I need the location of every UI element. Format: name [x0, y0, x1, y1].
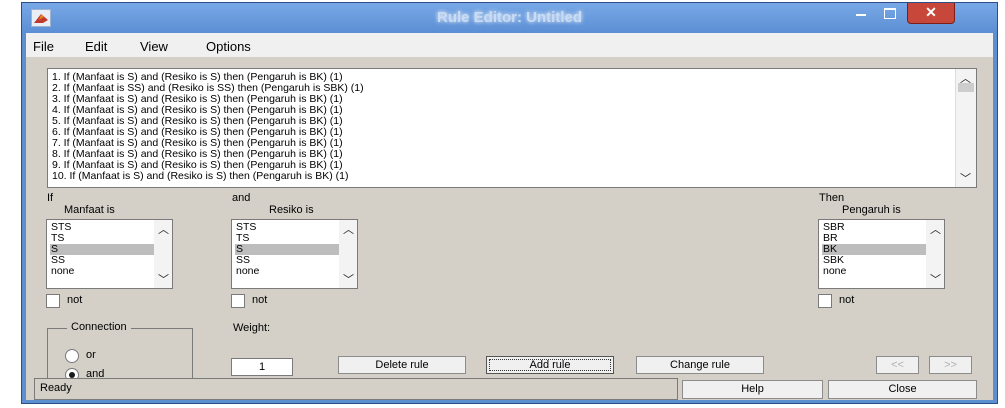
list-item[interactable]: none: [50, 266, 155, 277]
menu-options[interactable]: Options: [206, 39, 251, 54]
and-label: and: [232, 192, 251, 204]
change-rule-button[interactable]: Change rule: [636, 356, 764, 374]
menu-view[interactable]: View: [140, 39, 168, 54]
connection-title: Connection: [67, 321, 131, 333]
title-bar[interactable]: Rule Editor: Untitled ✕: [22, 3, 997, 33]
scroll-up-icon[interactable]: ︿: [158, 221, 169, 237]
resiko-scrollbar[interactable]: ︿ ﹀: [339, 220, 357, 288]
rule-item[interactable]: 10. If (Manfaat is S) and (Resiko is S) …: [52, 170, 348, 182]
close-button[interactable]: Close: [828, 380, 977, 399]
maximize-icon: [884, 8, 896, 19]
add-rule-button[interactable]: Add rule: [486, 356, 614, 374]
then-label: Then: [819, 192, 845, 204]
list-item[interactable]: TS: [50, 233, 155, 244]
rules-scroll-thumb[interactable]: [958, 83, 974, 92]
minimize-icon: [856, 14, 866, 16]
scroll-up-icon[interactable]: ︿: [343, 221, 354, 237]
resiko-not-label: not: [252, 294, 268, 306]
pengaruh-not-checkbox[interactable]: [818, 294, 832, 308]
radio-or-label: or: [86, 349, 96, 361]
pengaruh-not-label: not: [839, 294, 855, 306]
delete-rule-button[interactable]: Delete rule: [338, 356, 466, 374]
menu-edit[interactable]: Edit: [85, 39, 107, 54]
scroll-down-icon[interactable]: ﹀: [960, 170, 971, 186]
list-item[interactable]: STS: [235, 222, 340, 233]
list-item-selected[interactable]: S: [235, 244, 340, 255]
list-item[interactable]: STS: [50, 222, 155, 233]
resiko-label: Resiko is: [269, 204, 314, 216]
manfaat-listbox[interactable]: STS TS S SS none ︿ ﹀: [46, 219, 173, 289]
manfaat-not-label: not: [67, 294, 83, 306]
close-window-button[interactable]: ✕: [907, 3, 955, 24]
list-item[interactable]: TS: [235, 233, 340, 244]
if-label: If: [47, 192, 54, 204]
resiko-listbox[interactable]: STS TS S SS none ︿ ﹀: [231, 219, 358, 289]
scroll-up-icon[interactable]: ︿: [930, 221, 941, 237]
editor-panel: 1. If (Manfaat is S) and (Resiko is S) t…: [26, 57, 993, 400]
scroll-down-icon[interactable]: ﹀: [930, 271, 941, 287]
rules-scrollbar[interactable]: ︿ ﹀: [955, 69, 976, 187]
status-bar: Ready: [34, 378, 678, 400]
minimize-button[interactable]: [847, 3, 874, 23]
manfaat-label: Manfaat is: [64, 204, 115, 216]
scroll-down-icon[interactable]: ﹀: [158, 271, 169, 287]
menu-bar: File Edit View Options: [26, 33, 993, 57]
scroll-down-icon[interactable]: ﹀: [343, 271, 354, 287]
next-rule-button[interactable]: >>: [929, 356, 972, 374]
resiko-not-checkbox[interactable]: [231, 294, 245, 308]
list-item[interactable]: BR: [822, 233, 927, 244]
maximize-button[interactable]: [876, 3, 903, 23]
prev-rule-button[interactable]: <<: [876, 356, 919, 374]
list-item-selected[interactable]: S: [50, 244, 155, 255]
menu-file[interactable]: File: [33, 39, 54, 54]
list-item[interactable]: none: [822, 266, 927, 277]
list-item[interactable]: none: [235, 266, 340, 277]
status-text: Ready: [40, 382, 72, 394]
pengaruh-listbox[interactable]: SBR BR BK SBK none ︿ ﹀: [818, 219, 945, 289]
close-icon: ✕: [925, 4, 937, 20]
manfaat-not-checkbox[interactable]: [46, 294, 60, 308]
weight-label: Weight:: [233, 322, 271, 334]
help-button[interactable]: Help: [682, 380, 823, 399]
weight-input[interactable]: 1: [231, 358, 293, 376]
manfaat-scrollbar[interactable]: ︿ ﹀: [154, 220, 172, 288]
pengaruh-scrollbar[interactable]: ︿ ﹀: [926, 220, 944, 288]
pengaruh-label: Pengaruh is: [842, 204, 901, 216]
radio-or[interactable]: [65, 349, 79, 363]
rules-list[interactable]: 1. If (Manfaat is S) and (Resiko is S) t…: [47, 68, 977, 188]
rule-editor-window: Rule Editor: Untitled ✕ File Edit View O…: [21, 2, 998, 404]
